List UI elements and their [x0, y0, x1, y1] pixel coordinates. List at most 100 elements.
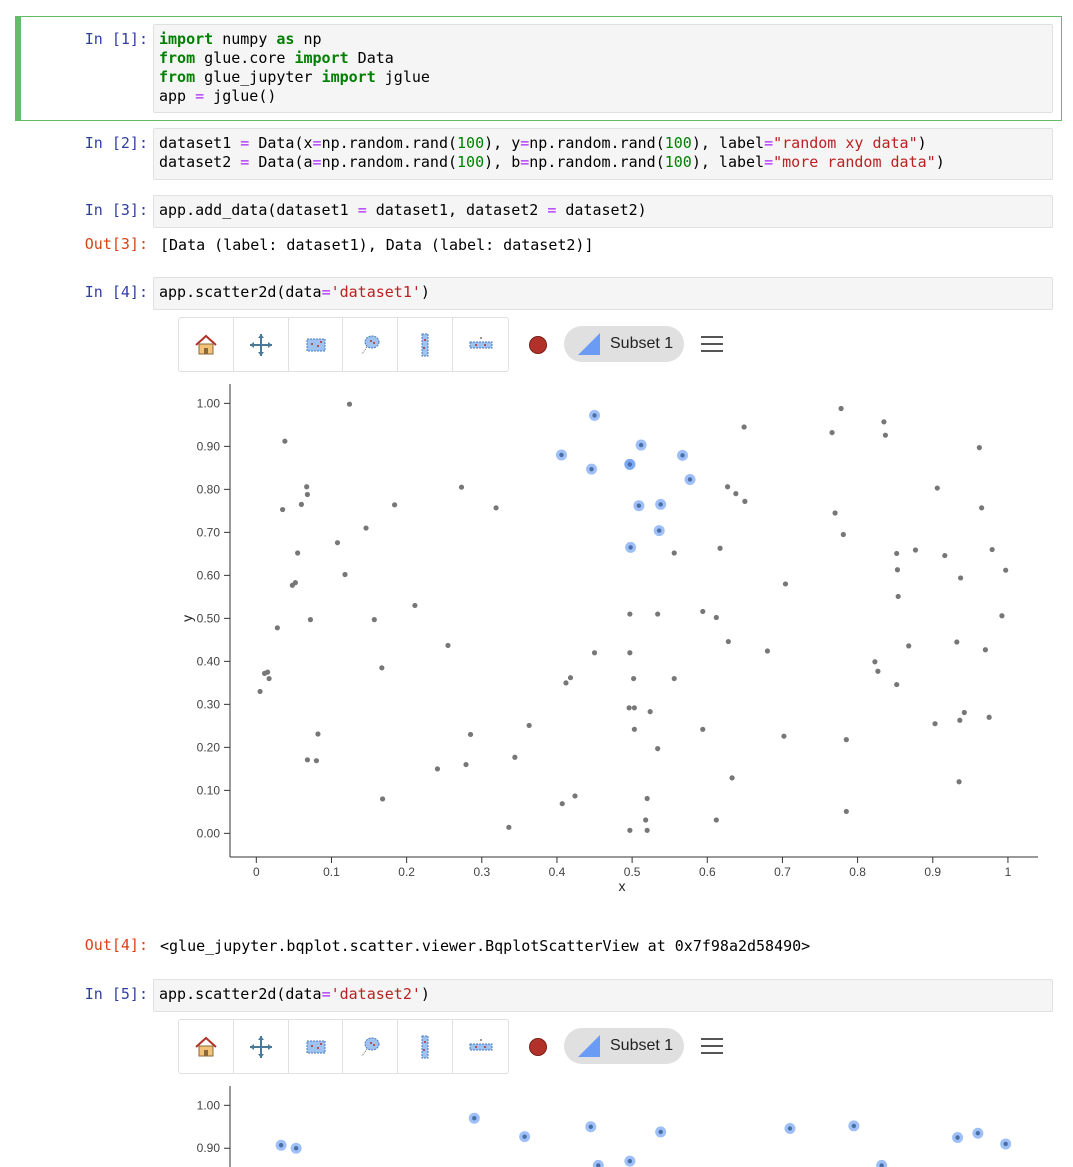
home-tool[interactable] [179, 318, 234, 371]
subset-color-swatch[interactable] [529, 1038, 547, 1056]
code-input[interactable]: app.add_data(dataset1 = dataset1, datase… [153, 195, 1053, 228]
x-tick-label: 0 [253, 865, 260, 879]
data-point [956, 779, 962, 785]
data-point [724, 484, 731, 490]
subset-point-core [658, 502, 663, 507]
pan-tool[interactable] [234, 318, 289, 371]
data-point [961, 709, 967, 716]
data-point [829, 429, 835, 436]
x-tick-label: 0.3 [473, 865, 490, 879]
data-point [458, 484, 465, 490]
data-point [266, 675, 272, 682]
lasso-select-icon [361, 1037, 380, 1056]
lasso-select-icon [361, 335, 380, 354]
x-tick-label: 0.1 [323, 865, 340, 879]
input-prompt: In [3]: [84, 201, 148, 219]
data-point [445, 642, 451, 649]
y-tick-label: 0.30 [197, 697, 221, 711]
data-point [313, 758, 320, 764]
code-input[interactable]: import numpy as np from glue.core import… [153, 24, 1053, 113]
data-point [655, 746, 661, 752]
subset-point-core [522, 1134, 527, 1139]
data-point [304, 484, 310, 490]
input-prompt: In [4]: [84, 283, 148, 301]
data-point [976, 445, 982, 451]
subset-point-core [787, 1126, 793, 1131]
data-point [782, 581, 789, 587]
subset-point-core [627, 1158, 633, 1164]
x-tick-label: 1 [1005, 865, 1012, 879]
data-point [957, 575, 964, 581]
rectangle-select-tool[interactable] [289, 1020, 344, 1073]
subset-color-swatch[interactable] [529, 336, 547, 354]
viewer-toolbar [178, 317, 509, 372]
data-point [644, 795, 650, 802]
code-input[interactable]: app.scatter2d(data='dataset2') [153, 979, 1053, 1012]
data-point [631, 726, 637, 732]
data-point [912, 547, 919, 553]
data-point [626, 705, 632, 711]
data-point [979, 505, 985, 511]
data-point [434, 766, 441, 772]
data-point [572, 793, 578, 799]
data-point [764, 648, 771, 654]
x-axis-label: x [619, 878, 626, 894]
data-point [304, 757, 311, 763]
hamburger-menu-icon[interactable] [701, 336, 723, 352]
x-tick-label: 0.5 [624, 865, 641, 879]
rectangle-select-tool[interactable] [289, 318, 344, 371]
data-point [894, 550, 900, 557]
data-point [655, 611, 661, 617]
scatter-plot-dataset1[interactable]: 0.000.100.200.300.400.500.600.700.800.90… [178, 375, 1058, 895]
x-tick-label: 0.2 [398, 865, 415, 879]
subset-chip[interactable]: Subset 1 [564, 326, 684, 362]
y-tick-label: 0.60 [197, 568, 221, 582]
data-point [942, 552, 948, 559]
cell-output: [Data (label: dataset1), Data (label: da… [160, 236, 594, 254]
y-tick-label: 0.70 [197, 525, 221, 539]
data-point [631, 675, 637, 682]
data-point [982, 647, 988, 653]
data-point [838, 405, 844, 412]
subset-point-core [680, 453, 685, 458]
data-point [563, 680, 569, 686]
x-range-select-tool[interactable] [398, 318, 454, 371]
data-point [643, 817, 649, 823]
data-point [733, 491, 739, 497]
subset-chip[interactable]: Subset 1 [564, 1028, 684, 1064]
subset-point-core [636, 503, 642, 508]
code-input[interactable]: app.scatter2d(data='dataset1') [153, 277, 1053, 310]
scatter-plot-dataset2[interactable]: 0.90 1.00 [178, 1077, 1058, 1167]
data-point [843, 737, 849, 743]
data-point [729, 775, 735, 781]
data-point [1003, 567, 1009, 573]
data-point [999, 613, 1005, 619]
data-point [906, 643, 912, 649]
input-prompt: In [1]: [84, 30, 148, 48]
data-point [781, 733, 787, 739]
pan-tool[interactable] [234, 1020, 289, 1073]
home-tool[interactable] [179, 1020, 234, 1073]
subset-point-core [592, 413, 597, 418]
x-range-select-tool[interactable] [398, 1020, 454, 1073]
subset-point-core [687, 477, 693, 482]
code-input[interactable]: dataset1 = Data(x=np.random.rand(100), y… [153, 128, 1053, 180]
data-point [725, 638, 731, 645]
y-range-select-tool[interactable] [453, 1020, 508, 1073]
lasso-select-tool[interactable] [343, 318, 399, 371]
data-point [261, 670, 268, 676]
lasso-select-tool[interactable] [343, 1020, 399, 1073]
data-point [379, 796, 386, 802]
y-tick-label: 0.90 [197, 439, 221, 453]
subset-point-core [278, 1143, 284, 1148]
data-point [315, 731, 321, 737]
input-prompt: In [5]: [84, 985, 148, 1003]
input-prompt: In [2]: [84, 134, 148, 152]
y-tick-label: 0.90 [197, 1141, 221, 1155]
pan-icon [249, 333, 272, 356]
y-range-select-tool[interactable] [453, 318, 508, 371]
data-point [717, 545, 723, 551]
data-point [989, 546, 995, 553]
data-point [875, 668, 881, 674]
hamburger-menu-icon[interactable] [701, 1038, 723, 1054]
